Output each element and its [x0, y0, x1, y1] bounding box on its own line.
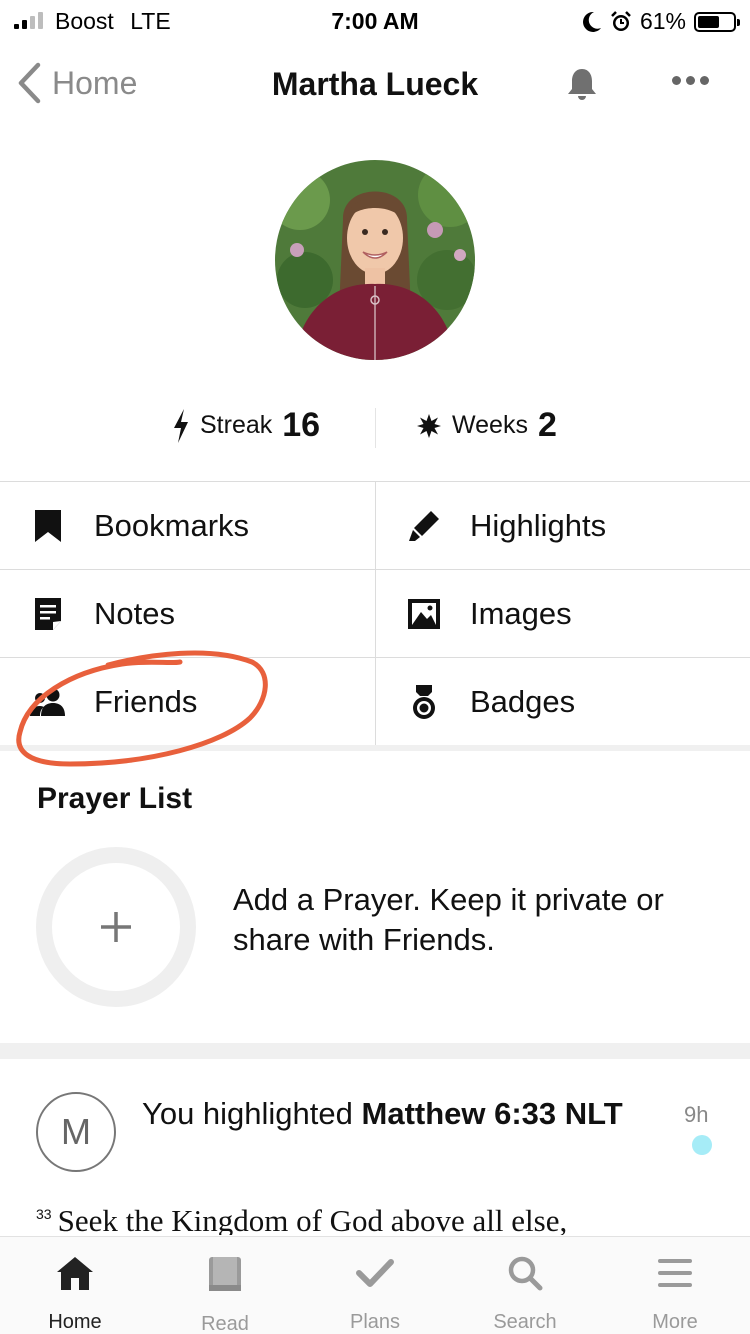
- activity-reference: Matthew 6:33 NLT: [361, 1096, 623, 1131]
- verse-text: Seek the Kingdom of God above all else,: [57, 1203, 568, 1235]
- search-icon: [508, 1256, 543, 1291]
- verse-preview[interactable]: 33 Seek the Kingdom of God above all else…: [36, 1203, 736, 1235]
- streak-value: 16: [282, 406, 321, 444]
- battery-icon: [694, 11, 740, 32]
- nav-bar: Home Martha Lueck: [0, 42, 750, 126]
- stats-divider: [375, 408, 376, 448]
- book-icon: [209, 1257, 241, 1291]
- medal-icon: [413, 684, 435, 719]
- moon-icon: [582, 11, 601, 32]
- tab-plans-label: Plans: [349, 1311, 401, 1333]
- streak-label: Streak: [200, 411, 273, 439]
- dot-icon: [672, 76, 681, 85]
- highlighter-icon: [409, 510, 439, 541]
- badges-label: Badges: [470, 683, 576, 719]
- friends-label: Friends: [94, 683, 198, 719]
- images-item[interactable]: Images: [375, 570, 750, 658]
- stats-row: Streak 16 Weeks 2: [0, 400, 750, 460]
- bookmarks-label: Bookmarks: [94, 507, 250, 543]
- notes-item[interactable]: Notes: [0, 570, 375, 658]
- home-icon: [57, 1257, 93, 1290]
- tab-more-label: More: [652, 1311, 698, 1333]
- weeks-label: Weeks: [452, 411, 528, 439]
- images-label: Images: [470, 595, 572, 631]
- tab-read[interactable]: Read: [150, 1237, 300, 1334]
- bookmarks-item[interactable]: Bookmarks: [0, 482, 375, 570]
- add-prayer-button[interactable]: [36, 847, 196, 1007]
- status-right: 61%: [582, 8, 740, 35]
- checkmark-icon: [356, 1259, 394, 1287]
- people-icon: [30, 688, 65, 716]
- tab-more[interactable]: More: [600, 1237, 750, 1334]
- activity-time: 9h: [684, 1102, 709, 1127]
- battery-percent: 61%: [639, 8, 686, 34]
- tab-search-label: Search: [493, 1311, 557, 1333]
- prayer-description: Add a Prayer. Keep it private or share w…: [233, 882, 664, 957]
- activity-text[interactable]: You highlighted Matthew 6:33 NLT: [142, 1092, 642, 1136]
- profile-menu-grid: Bookmarks Highlights Notes Images Friend…: [0, 481, 750, 746]
- section-divider: [0, 1043, 750, 1059]
- dot-icon: [686, 76, 695, 85]
- weeks-stat[interactable]: Weeks 2: [416, 406, 557, 445]
- bookmark-icon: [35, 509, 61, 542]
- badges-item[interactable]: Badges: [375, 658, 750, 746]
- verse-number: 33: [36, 1206, 52, 1222]
- notes-label: Notes: [94, 595, 175, 631]
- status-bar: Boost LTE 7:00 AM 61%: [0, 0, 750, 42]
- note-icon: [35, 597, 61, 630]
- tab-read-label: Read: [201, 1313, 249, 1334]
- section-divider: [0, 745, 750, 751]
- highlights-item[interactable]: Highlights: [375, 482, 750, 570]
- image-icon: [408, 598, 440, 629]
- activity-avatar[interactable]: M: [36, 1092, 116, 1172]
- alarm-icon: [611, 10, 631, 31]
- page-title: Martha Lueck: [271, 66, 479, 102]
- tab-home[interactable]: Home: [0, 1237, 150, 1334]
- weeks-value: 2: [537, 406, 557, 444]
- notifications-button[interactable]: [564, 66, 600, 107]
- starburst-icon: [417, 413, 441, 438]
- battery-fill: [698, 15, 719, 28]
- streak-stat[interactable]: Streak 16: [172, 406, 320, 445]
- profile-photo: [275, 160, 475, 360]
- bell-icon: [568, 69, 596, 100]
- profile-avatar[interactable]: [275, 160, 475, 360]
- plus-icon: [101, 912, 131, 942]
- lightning-icon: [174, 408, 188, 443]
- tab-search[interactable]: Search: [450, 1237, 600, 1334]
- friends-item[interactable]: Friends: [0, 658, 375, 746]
- dot-icon: [700, 76, 709, 85]
- tab-plans[interactable]: Plans: [300, 1237, 450, 1334]
- unread-indicator: [692, 1135, 712, 1155]
- tab-home-label: Home: [48, 1311, 102, 1333]
- activity-prefix: You highlighted: [142, 1096, 362, 1131]
- tab-bar: Home Read Plans Search More: [0, 1236, 750, 1334]
- highlights-label: Highlights: [470, 507, 607, 543]
- menu-icon: [658, 1259, 692, 1287]
- prayer-list-title: Prayer List: [37, 782, 193, 815]
- more-options-button[interactable]: [672, 76, 709, 85]
